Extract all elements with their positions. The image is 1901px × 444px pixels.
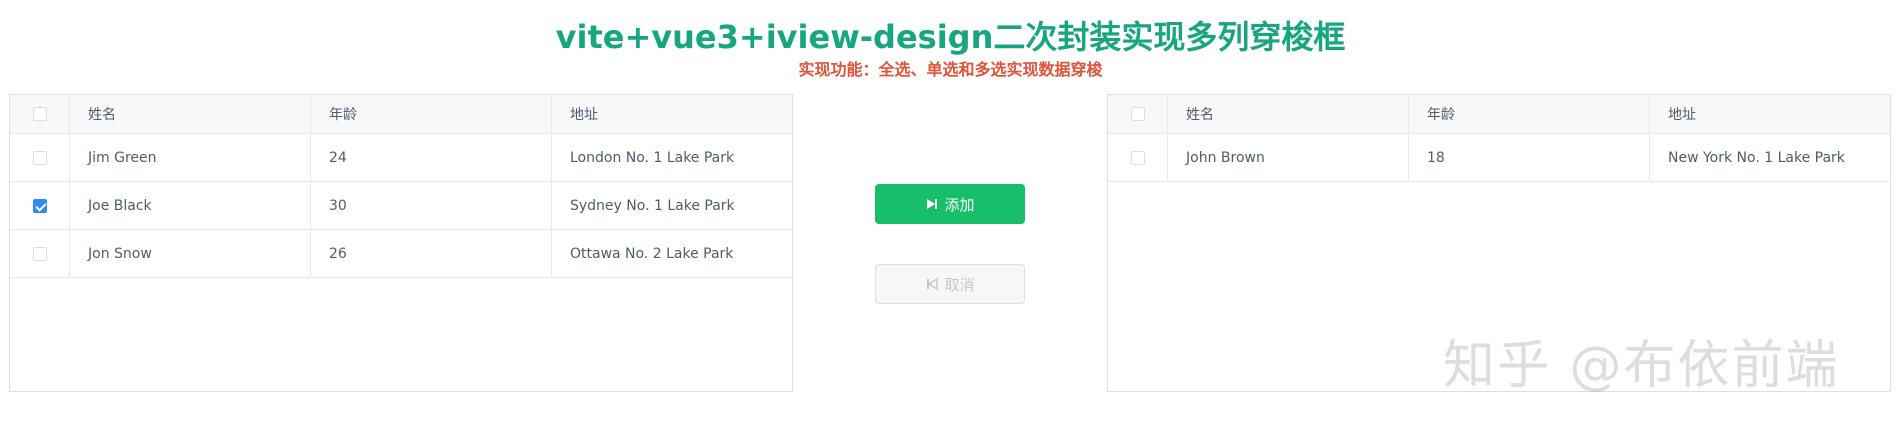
column-header-age: 年龄: [1409, 95, 1650, 133]
cell-address: New York No. 1 Lake Park: [1668, 149, 1845, 166]
table-row[interactable]: Jon Snow 26 Ottawa No. 2 Lake Park: [10, 230, 792, 278]
step-backward-icon: [925, 277, 939, 291]
select-all-cell: [10, 95, 70, 133]
select-all-checkbox[interactable]: [1130, 107, 1145, 121]
column-header-address: 地址: [1668, 107, 1696, 123]
cell-name: Jim Green: [70, 134, 311, 181]
cell-name: John Brown: [1168, 134, 1409, 181]
row-checkbox[interactable]: [32, 246, 47, 261]
cancel-button-label: 取消: [944, 275, 975, 294]
column-header-name: 姓名: [70, 95, 311, 133]
page-subtitle: 实现功能：全选、单选和多选实现数据穿梭: [798, 60, 1103, 79]
cell-name: Jon Snow: [70, 230, 311, 277]
row-select-cell: [10, 230, 70, 277]
step-forward-icon: [925, 197, 939, 211]
cell-address: Ottawa No. 2 Lake Park: [570, 245, 734, 262]
source-table: 姓名 年龄 地址 Jim Green 24 London No. 1 Lake …: [9, 94, 793, 392]
table-row[interactable]: John Brown 18 New York No. 1 Lake Park: [1108, 134, 1890, 182]
cell-address: London No. 1 Lake Park: [570, 149, 735, 166]
add-button[interactable]: 添加: [875, 184, 1025, 224]
cell-age: 26: [311, 230, 552, 277]
column-header-address: 地址: [570, 107, 598, 123]
table-row[interactable]: Jim Green 24 London No. 1 Lake Park: [10, 134, 792, 182]
cell-age: 30: [311, 182, 552, 229]
row-select-cell: [10, 134, 70, 181]
page-title: vite+vue3+iview-design二次封装实现多列穿梭框: [555, 18, 1346, 56]
cell-name: Joe Black: [70, 182, 311, 229]
row-select-cell: [1108, 134, 1168, 181]
watermark: 知乎 @布依前端: [1443, 336, 1840, 396]
select-all-cell: [1108, 95, 1168, 133]
cell-address: Sydney No. 1 Lake Park: [570, 197, 735, 214]
table-header: 姓名 年龄 地址: [10, 95, 792, 134]
column-header-name: 姓名: [1168, 95, 1409, 133]
row-checkbox[interactable]: [32, 150, 47, 165]
row-select-cell: [10, 182, 70, 229]
add-button-label: 添加: [944, 195, 975, 214]
table-header: 姓名 年龄 地址: [1108, 95, 1890, 134]
cancel-button[interactable]: 取消: [875, 264, 1025, 304]
cell-age: 18: [1409, 134, 1650, 181]
row-checkbox[interactable]: [1130, 150, 1145, 165]
row-checkbox[interactable]: [32, 198, 47, 213]
column-header-age: 年龄: [311, 95, 552, 133]
cell-age: 24: [311, 134, 552, 181]
select-all-checkbox[interactable]: [32, 107, 47, 121]
table-row[interactable]: Joe Black 30 Sydney No. 1 Lake Park: [10, 182, 792, 230]
